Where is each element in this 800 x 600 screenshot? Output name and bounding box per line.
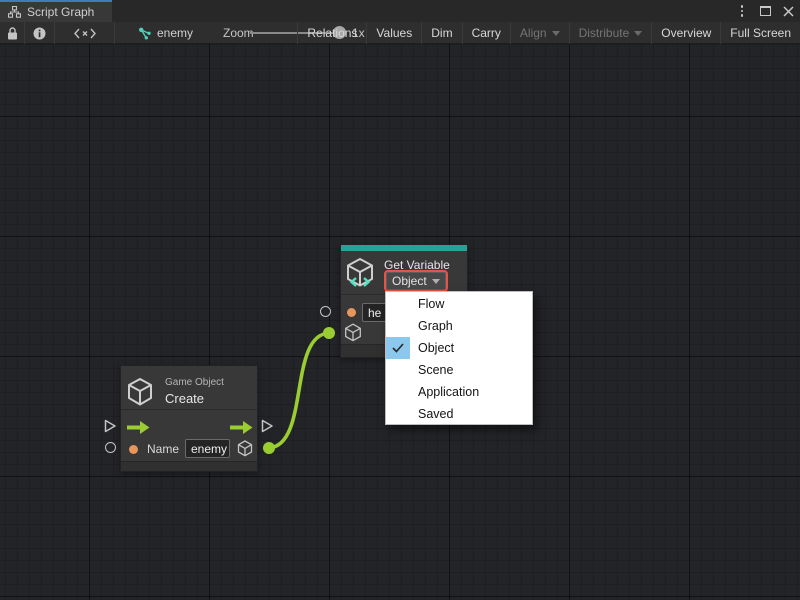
menu-item-object[interactable]: Object [386, 337, 532, 359]
node-footer [121, 461, 257, 471]
align-button[interactable]: Align [510, 22, 569, 44]
node-category: Game Object [165, 377, 224, 388]
flow-out-arrow-icon[interactable] [230, 421, 253, 434]
graph-canvas[interactable]: Game Object Create Name enemy [0, 44, 800, 600]
window-menu-button[interactable] [734, 3, 750, 19]
carry-button[interactable]: Carry [462, 22, 510, 44]
maximize-icon [760, 6, 771, 16]
variable-cube-icon [345, 257, 375, 288]
object-input-cube-icon[interactable] [344, 323, 362, 342]
code-icon [74, 28, 96, 39]
node-game-object-create[interactable]: Game Object Create Name enemy [120, 365, 258, 472]
menu-item-application[interactable]: Application [386, 381, 532, 403]
chevron-down-icon [432, 279, 440, 284]
value-input-port[interactable] [105, 442, 116, 453]
control-output-port[interactable] [261, 419, 274, 433]
values-button[interactable]: Values [366, 22, 421, 44]
relations-button[interactable]: Relations [297, 22, 366, 44]
menu-item-saved[interactable]: Saved [386, 403, 532, 425]
lock-icon [7, 27, 18, 40]
edit-code-button[interactable] [55, 22, 115, 44]
info-icon [33, 27, 46, 40]
close-icon [783, 6, 794, 17]
game-object-cube-icon [126, 377, 154, 407]
overview-button[interactable]: Overview [651, 22, 720, 44]
chevron-down-icon [634, 31, 642, 36]
name-input-field[interactable]: enemy [185, 439, 230, 458]
graph-node-icon [138, 27, 152, 40]
name-input-port[interactable] [129, 445, 138, 454]
lock-button[interactable] [0, 22, 25, 44]
menu-item-scene[interactable]: Scene [386, 359, 532, 381]
maximize-button[interactable] [757, 3, 773, 19]
name-label: Name [147, 442, 179, 456]
game-object-output-cube-icon[interactable] [237, 440, 253, 457]
full-screen-button[interactable]: Full Screen [720, 22, 800, 44]
node-title: Get Variable [384, 258, 450, 272]
tab-script-graph[interactable]: Script Graph [0, 0, 112, 22]
close-button[interactable] [780, 3, 796, 19]
menu-item-flow[interactable]: Flow [386, 293, 532, 315]
toolbar-right-group: Relations Values Dim Carry Align Distrib… [297, 22, 800, 44]
flow-in-arrow-icon[interactable] [127, 421, 150, 434]
variable-scope-menu: Flow Graph Object Scene Application Save… [385, 291, 533, 425]
variable-name-port[interactable] [347, 308, 356, 317]
title-bar: Script Graph [0, 0, 800, 22]
variable-scope-dropdown[interactable]: Object [386, 272, 446, 290]
graph-hierarchy-icon [8, 6, 21, 18]
info-button[interactable] [25, 22, 55, 44]
menu-item-graph[interactable]: Graph [386, 315, 532, 337]
window-controls [734, 0, 796, 22]
control-input-port[interactable] [104, 419, 117, 433]
toolbar: enemy Zoom 1x Relations Values Dim Carry… [0, 22, 800, 44]
node-divider [121, 409, 257, 410]
check-icon [392, 343, 404, 353]
distribute-button[interactable]: Distribute [569, 22, 652, 44]
dim-button[interactable]: Dim [421, 22, 461, 44]
variable-node-accent-strip [341, 245, 467, 251]
variable-name-external-port[interactable] [320, 306, 331, 317]
node-title: Create [165, 391, 204, 406]
chevron-down-icon [552, 31, 560, 36]
kebab-menu-icon [741, 5, 744, 17]
graph-name: enemy [157, 26, 193, 40]
wire-end-port[interactable] [323, 327, 335, 339]
wire-start-port[interactable] [263, 442, 275, 454]
graph-breadcrumb[interactable]: enemy [138, 22, 193, 44]
tab-label: Script Graph [27, 5, 94, 19]
